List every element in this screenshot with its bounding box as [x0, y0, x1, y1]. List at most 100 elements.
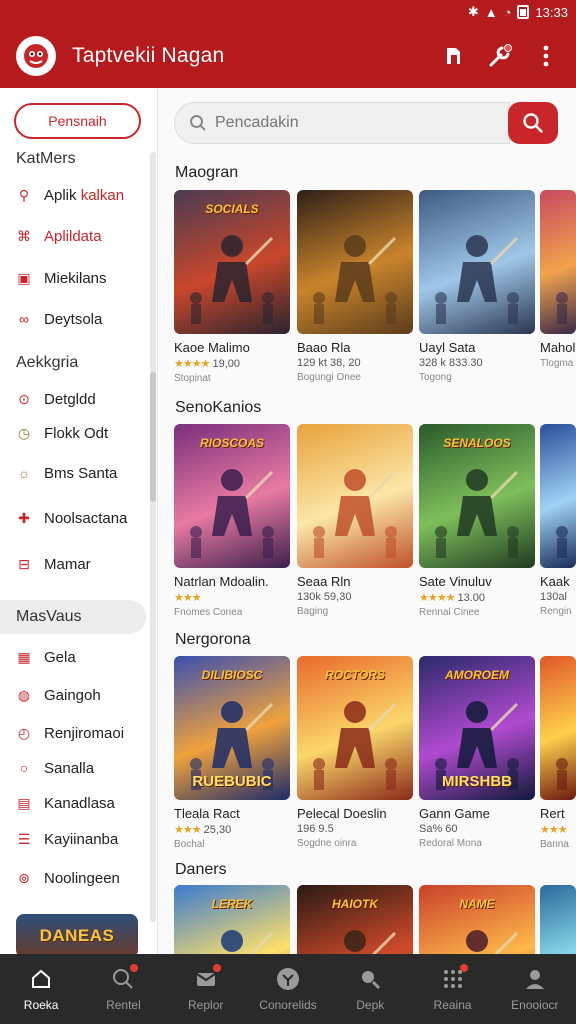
- game-card[interactable]: Mahol Tlogma: [540, 190, 576, 369]
- game-thumbnail[interactable]: [540, 190, 576, 334]
- search-bar[interactable]: [174, 102, 510, 144]
- sidebar-promo-banner[interactable]: DANEAS: [16, 914, 138, 954]
- settings-circle-icon: ⊚: [18, 869, 30, 886]
- sidebar-item-aplik[interactable]: ⚲ Aplik kalkan: [16, 181, 146, 209]
- sidebar-item-label: Gela: [44, 648, 76, 666]
- sidebar-item-flokk-odt[interactable]: ◷ Flokk Odt: [16, 419, 146, 447]
- nav-home[interactable]: Roeka: [0, 954, 82, 1024]
- sidebar-primary-button[interactable]: Pensnaih: [14, 103, 141, 139]
- list-icon: ☰: [17, 830, 31, 847]
- bookmark-button[interactable]: [440, 42, 468, 70]
- game-thumbnail[interactable]: [540, 656, 576, 800]
- game-title: Kaoe Malimo: [174, 340, 250, 355]
- clock-icon: ◷: [17, 424, 31, 441]
- game-developer: Redoral Mona: [419, 838, 482, 849]
- more-menu-button[interactable]: [532, 42, 560, 70]
- nav-enooiocr[interactable]: Enooiocr: [494, 954, 576, 1024]
- game-card[interactable]: RIOSCOAS Natrlan Mdoalin. ★★★ Fnomes Conea: [174, 424, 290, 618]
- compass-icon: ◍: [17, 686, 31, 703]
- search-button[interactable]: [508, 102, 558, 144]
- game-title: Pelecal Doeslin: [297, 806, 387, 821]
- game-developer: Togong: [419, 372, 452, 383]
- sidebar-item-noolsactana[interactable]: ✚ Noolsactana: [16, 504, 146, 532]
- sidebar-item-detgldd[interactable]: ⊙ Detgldd: [16, 385, 146, 413]
- game-card[interactable]: ROCTORS Pelecal Doeslin 196 9.5 Sogdne oin…: [297, 656, 413, 849]
- game-score: 130al: [540, 591, 567, 603]
- tools-button[interactable]: [486, 42, 514, 70]
- sidebar-item-label: Kanadlasa: [44, 794, 115, 812]
- game-thumbnail[interactable]: SENALOOS: [419, 424, 535, 568]
- game-card[interactable]: Kaak 130al Rengin: [540, 424, 576, 617]
- game-thumbnail[interactable]: RIOSCOAS: [174, 424, 290, 568]
- sidebar-item-kayiinanba[interactable]: ☰ Kayiinanba: [16, 825, 146, 853]
- game-thumbnail[interactable]: [540, 424, 576, 568]
- game-score: 328 k 833.30: [419, 357, 483, 369]
- sidebar-item-bms-santa[interactable]: ☼ Bms Santa: [16, 459, 146, 487]
- game-thumbnail[interactable]: [419, 190, 535, 334]
- game-banner-text: LEREK: [211, 897, 253, 911]
- game-title: Baao Rla: [297, 340, 351, 355]
- sidebar-item-noolingeen[interactable]: ⊚ Noolingeen: [16, 864, 146, 892]
- game-score: 13.00: [457, 592, 486, 604]
- sidebar-item-label: Miekilans: [44, 269, 107, 287]
- game-rating: Sa% 60: [419, 823, 535, 835]
- sidebar-item-gela[interactable]: ▦ Gela: [16, 643, 146, 671]
- game-thumbnail[interactable]: [297, 424, 413, 568]
- game-thumbnail[interactable]: DILIBIOSC RUEBUBIC: [174, 656, 290, 800]
- game-thumbnail[interactable]: [297, 190, 413, 334]
- more-vert-icon: [543, 45, 549, 67]
- game-card[interactable]: Uayl Sata 328 k 833.30 Togong: [419, 190, 535, 383]
- game-title: Mahol: [540, 340, 576, 355]
- game-card[interactable]: Seaa Rln 130k 59,30 Baging: [297, 424, 413, 617]
- game-card[interactable]: SENALOOS Sate Vinuluv ★★★★ 13.00 Rennal Cin…: [419, 424, 535, 618]
- game-card[interactable]: Rert ★★★ Banna: [540, 656, 576, 850]
- game-card[interactable]: DILIBIOSC RUEBUBIC Tleala Ract ★★★ 25,30 Boc…: [174, 656, 290, 850]
- nav-conorelids[interactable]: Conorelids: [247, 954, 329, 1024]
- nav-label: Rentel: [106, 998, 141, 1012]
- battery-icon: [517, 5, 530, 19]
- sidebar-item-kanadlasa[interactable]: ▤ Kanadlasa: [16, 789, 146, 817]
- nav-reaina[interactable]: Reaina: [411, 954, 493, 1024]
- game-developer: Bogungi Onee: [297, 372, 361, 383]
- sidebar-scrollbar[interactable]: [150, 152, 156, 922]
- sidebar-item-label: Flokk Odt: [44, 424, 109, 442]
- grid-icon: ▦: [17, 648, 31, 665]
- sidebar-item-mamar[interactable]: ⊟ Mamar: [16, 550, 146, 578]
- game-title: Rert: [540, 806, 565, 821]
- puzzle-icon: ✚: [18, 509, 30, 526]
- search-input[interactable]: [215, 114, 475, 132]
- sidebar-item-gaingoh[interactable]: ◍ Gaingoh: [16, 681, 146, 709]
- sidebar-item-renjiromaoi[interactable]: ◴ Renjiromaoi: [16, 719, 146, 747]
- app-logo[interactable]: [16, 36, 56, 76]
- sidebar-item-aplildata[interactable]: ⌘ Aplildata: [16, 222, 146, 250]
- app-title: Taptvekii Nagan: [72, 44, 225, 67]
- sidebar-item-miekilans[interactable]: ▣ Miekilans: [16, 264, 146, 292]
- section-title-1: Maogran: [175, 164, 239, 181]
- game-thumbnail[interactable]: SOCIALS: [174, 190, 290, 334]
- search-icon: [110, 964, 139, 992]
- game-thumbnail[interactable]: AMOROEM MIRSHBB: [419, 656, 535, 800]
- sidebar-item-active[interactable]: MasVaus: [0, 600, 146, 634]
- gamepad-icon: ⌘: [17, 227, 31, 244]
- game-rating: ★★★★ 13.00: [419, 591, 535, 604]
- bookmark-icon: [447, 48, 460, 64]
- search-icon: ⚲: [18, 186, 30, 203]
- app-bar: Taptvekii Nagan: [0, 24, 576, 88]
- nav-depk[interactable]: Depk: [329, 954, 411, 1024]
- grid-icon: [440, 964, 468, 992]
- sidebar-item-sanalla[interactable]: ○ Sanalla: [16, 754, 146, 782]
- game-thumbnail[interactable]: ROCTORS: [297, 656, 413, 800]
- sidebar-item-deytsola[interactable]: ∞ Deytsola: [16, 305, 146, 333]
- nav-replor[interactable]: Replor: [165, 954, 247, 1024]
- game-banner-text: NAME: [459, 897, 495, 911]
- game-score: 129 kt 38, 20: [297, 357, 361, 369]
- game-developer: Banna: [540, 839, 569, 850]
- scrollbar-thumb[interactable]: [150, 372, 156, 502]
- game-card[interactable]: AMOROEM MIRSHBB Gann Game Sa% 60 Redoral Mo…: [419, 656, 535, 849]
- nav-rentel[interactable]: Rentel: [82, 954, 164, 1024]
- game-card[interactable]: SOCIALS Kaoe Malimo ★★★★ 19,00 Stopinat: [174, 190, 290, 384]
- tag-icon: ▤: [17, 794, 31, 811]
- hero-figure-icon: [313, 235, 397, 324]
- game-card[interactable]: Baao Rla 129 kt 38, 20 Bogungi Onee: [297, 190, 413, 383]
- game-banner-text: SENALOOS: [443, 436, 511, 450]
